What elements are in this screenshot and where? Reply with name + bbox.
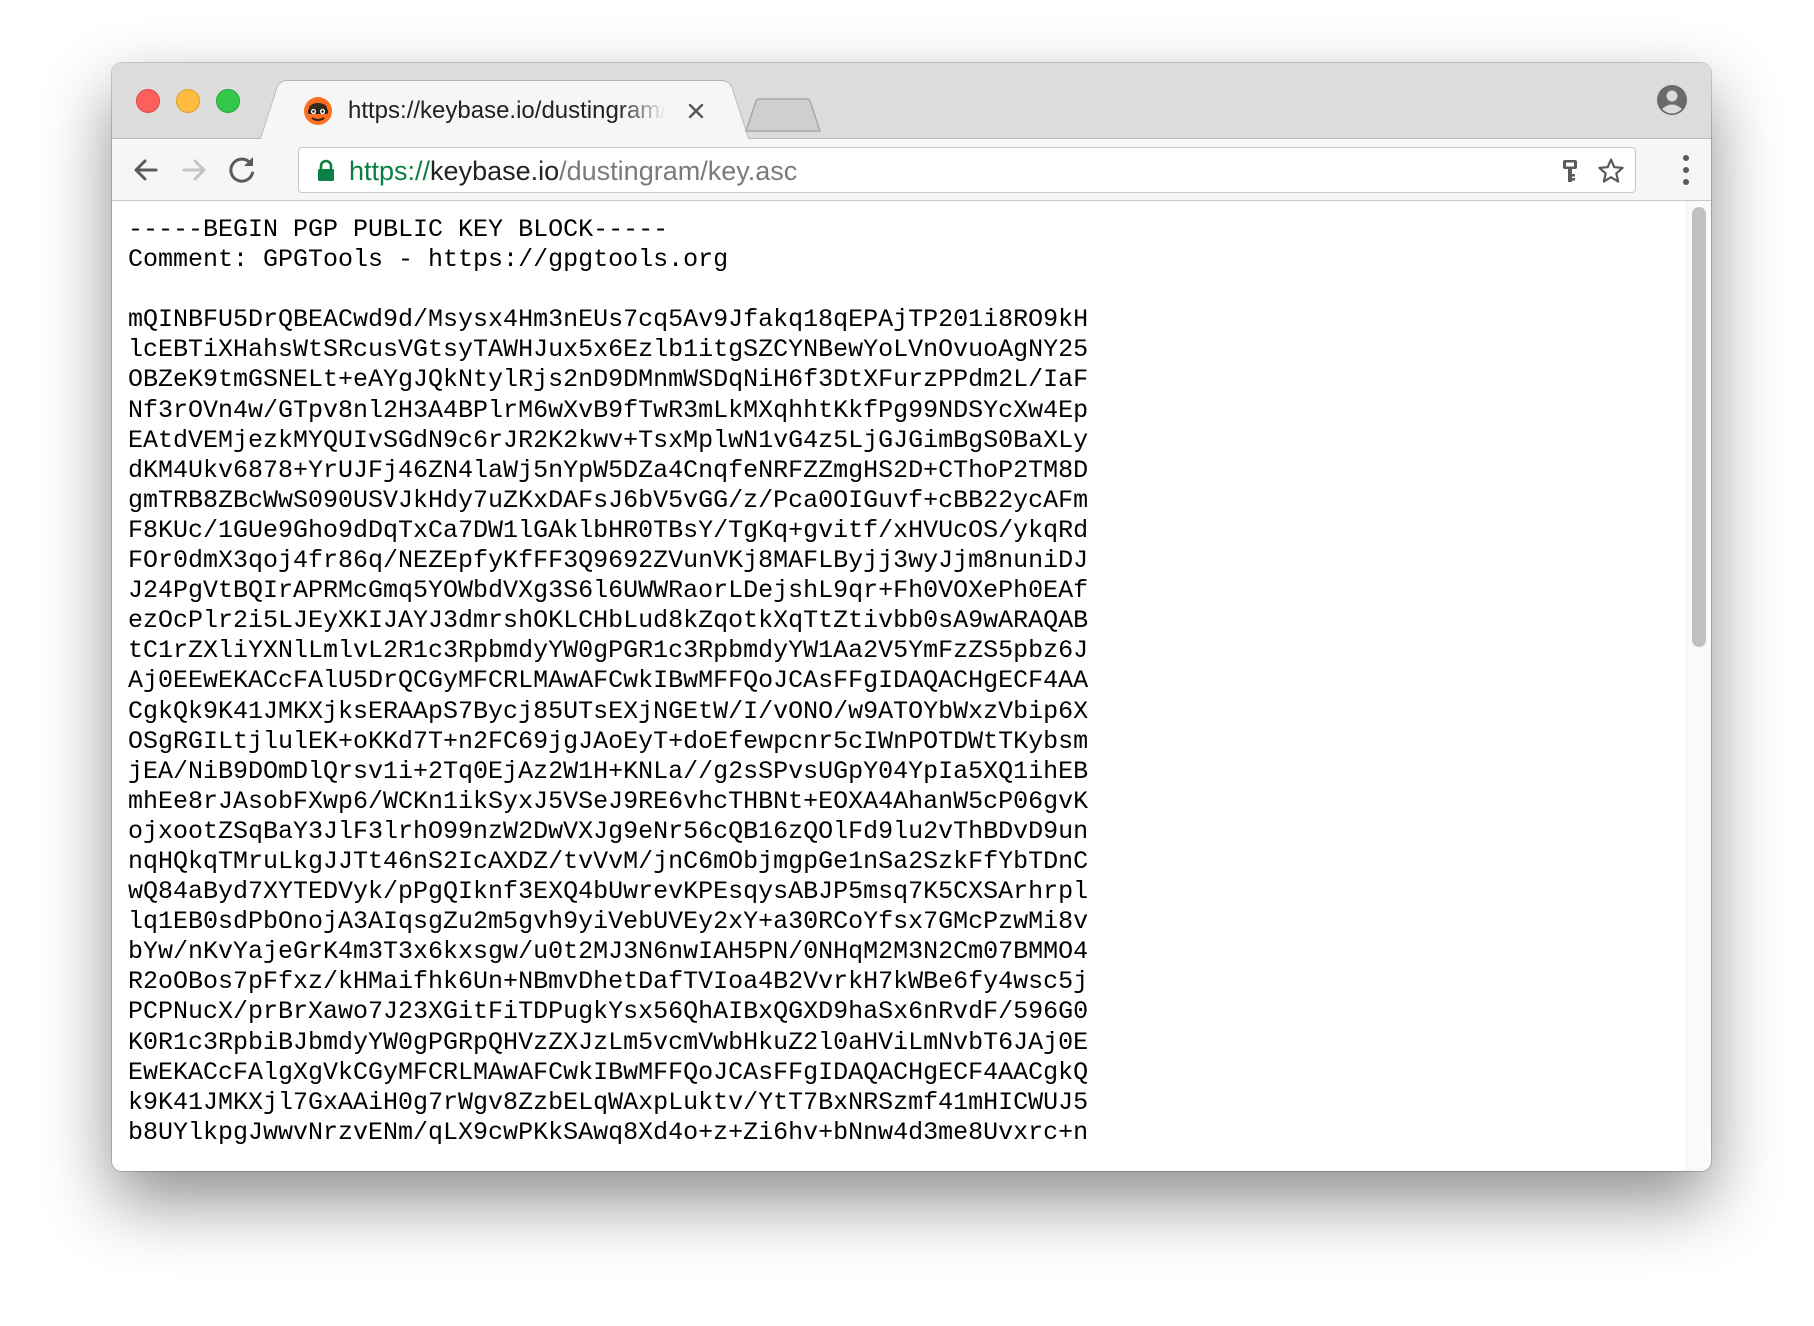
key-line: EAtdVEMjezkMYQUIvSGdN9c6rJR2K2kwv+TsxMpl… (128, 425, 1089, 455)
key-line: Nf3rOVn4w/GTpv8nl2H3A4BPlrM6wXvB9fTwR3mL… (128, 395, 1089, 425)
new-tab-icon[interactable] (744, 97, 822, 133)
pgp-key-text: -----BEGIN PGP PUBLIC KEY BLOCK----- Com… (128, 215, 1088, 1148)
key-line: F8KUc/1GUe9Gho9dDqTxCa7DW1lGAklbHR0TBsY/… (128, 515, 1089, 545)
key-line: R2oOBos7pFfxz/kHMaifhk6Un+NBmvDhetDafTVI… (128, 967, 1089, 997)
key-line: ojxootZSqBaY3JlF3lrhO99nzW2DwVXJg9eNr56c… (128, 816, 1089, 846)
page-content: -----BEGIN PGP PUBLIC KEY BLOCK----- Com… (112, 201, 1711, 1171)
back-arrow-icon[interactable] (128, 152, 164, 188)
profile-icon[interactable] (1655, 83, 1689, 117)
star-icon[interactable] (1597, 157, 1625, 185)
key-line: mQINBFU5DrQBEACwd9d/Msysx4Hm3nEUs7cq5Av9… (128, 305, 1089, 335)
forward-arrow-icon[interactable] (176, 152, 212, 188)
key-line: PCPNucX/prBrXawo7J23XGitFiTDPugkYsx56QhA… (128, 997, 1089, 1027)
key-line: lcEBTiXHahsWtSRcusVGtsyTAWHJux5x6Ezlb1it… (128, 335, 1089, 365)
key-line: ezOcPlr2i5LJEyXKIJAYJ3dmrshOKLCHbLud8kZq… (128, 606, 1089, 636)
key-line: wQ84aByd7XYTEDVyk/pPgQIknf3EXQ4bUwrevKPE… (128, 877, 1089, 907)
browser-toolbar: https://keybase.io/dustingram/key.asc (112, 139, 1711, 201)
key-line: -----BEGIN PGP PUBLIC KEY BLOCK----- (128, 215, 669, 244)
key-line: lq1EB0sdPbOnojA3AIqsgZu2m5gvh9yiVebUVEy2… (128, 907, 1089, 937)
tab-title: https://keybase.io/dustingram/key.asc (348, 97, 666, 124)
key-line: FOr0dmX3qoj4fr86q/NEZEpfyKfFF3Q9692ZVunV… (128, 546, 1089, 576)
key-line: OSgRGILtjlulEK+oKKd7T+n2FC69jgJAoEyT+doE… (128, 726, 1089, 756)
address-bar[interactable]: https://keybase.io/dustingram/key.asc (298, 147, 1636, 193)
key-line: k9K41JMKXjl7GxAAiH0g7rWgv8ZzbELqWAxpLukt… (128, 1087, 1089, 1117)
more-menu-icon[interactable] (1681, 153, 1691, 187)
key-line: dKM4Ukv6878+YrUJFj46ZN4laWj5nYpW5DZa4Cnq… (128, 455, 1089, 485)
key-line: K0R1c3RpbiBJbmdyYW0gPGRpQHVzZXJzLm5vcmVw… (128, 1027, 1089, 1057)
scrollbar-thumb[interactable] (1692, 207, 1706, 647)
key-line: b8UYlkpgJwwvNrzvENm/qLX9cwPKkSAwq8Xd4o+z… (128, 1117, 1089, 1147)
key-line: Comment: GPGTools - https://gpgtools.org (128, 245, 729, 275)
key-line: nqHQkqTMruLkgJJTt46nS2IcAXDZ/tvVvM/jnC6m… (128, 846, 1089, 876)
key-icon[interactable] (1557, 158, 1583, 184)
key-line: CgkQk9K41JMKXjksERAApS7Bycj85UTsEXjNGEtW… (128, 696, 1089, 726)
tab-keybase-key[interactable]: https://keybase.io/dustingram/key.asc (282, 80, 727, 140)
key-line: Aj0EEwEKACcFAlU5DrQCGyMFCRLMAwAFCwkIBwMF… (128, 666, 1089, 696)
close-window-button[interactable] (136, 89, 160, 113)
url-host: keybase.io (430, 156, 560, 186)
key-line: OBZeK9tmGSNELt+eAYgJQkNtylRjs2nD9DMnmWSD… (128, 365, 1089, 395)
key-line: tC1rZXliYXNlLmlvL2R1c3RpbmdyYW0gPGR1c3Rp… (128, 636, 1089, 666)
keybase-icon (304, 97, 332, 125)
vertical-scrollbar[interactable] (1686, 201, 1711, 1171)
close-icon[interactable] (683, 98, 709, 124)
tab-strip: https://keybase.io/dustingram/key.asc (112, 63, 1711, 140)
key-line: gmTRB8ZBcWwS090USVJkHdy7uZKxDAFsJ6bV5vGG… (128, 485, 1089, 515)
browser-window: https://keybase.io/dustingram/key.asc ht… (112, 63, 1711, 1171)
key-line: EwEKACcFAlgXgVkCGyMFCRLMAwAFCwkIBwMFFQoJ… (128, 1057, 1089, 1087)
url-text[interactable]: https://keybase.io/dustingram/key.asc (349, 156, 797, 186)
reload-icon[interactable] (224, 152, 260, 188)
key-line: mhEe8rJAsobFXwp6/WCKn1ikSyxJ5VSeJ9RE6vhc… (128, 786, 1089, 816)
key-line: jEA/NiB9DOmDlQrsv1i+2Tq0EjAz2W1H+KNLa//g… (128, 756, 1089, 786)
key-line: bYw/nKvYajeGrK4m3T3x6kxsgw/u0t2MJ3N6nwIA… (128, 937, 1089, 967)
zoom-window-button[interactable] (216, 89, 240, 113)
lock-icon[interactable] (315, 159, 337, 183)
url-scheme: https:// (349, 156, 431, 186)
minimize-window-button[interactable] (176, 89, 200, 113)
key-line: J24PgVtBQIrAPRMcGmq5YOWbdVXg3S6l6UWWRaor… (128, 576, 1089, 606)
url-path: /dustingram/key.asc (559, 156, 798, 186)
